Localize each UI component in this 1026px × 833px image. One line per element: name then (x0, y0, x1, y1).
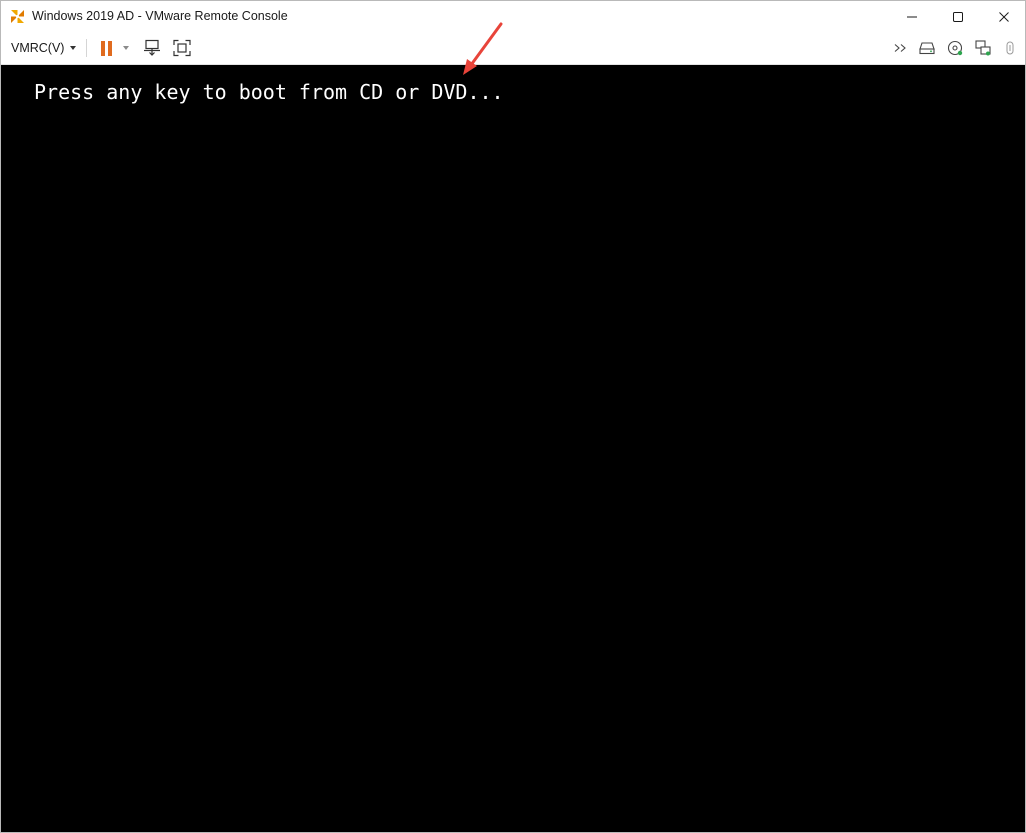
hard-disk-button[interactable] (916, 37, 938, 59)
vmrc-menu-label: VMRC(V) (11, 41, 65, 55)
toolbar: VMRC(V) (1, 32, 1025, 65)
boot-message: Press any key to boot from CD or DVD... (34, 80, 504, 104)
dropdown-caret-icon (123, 46, 129, 50)
maximize-icon (953, 11, 963, 22)
chevron-double-right-icon (894, 44, 906, 52)
vmrc-menu-button[interactable]: VMRC(V) (7, 38, 80, 58)
close-button[interactable] (981, 1, 1026, 32)
vmware-pinwheel-icon (11, 10, 24, 23)
power-options-dropdown[interactable] (119, 37, 133, 59)
hard-disk-icon (919, 42, 935, 55)
send-ctrl-alt-del-button[interactable] (140, 37, 164, 59)
network-adapter-button[interactable] (972, 37, 994, 59)
expand-devices-button[interactable] (891, 37, 911, 59)
send-ctrl-alt-del-icon (144, 39, 160, 56)
fullscreen-icon (173, 39, 191, 57)
usb-button[interactable] (1000, 37, 1020, 59)
minimize-icon (907, 16, 917, 17)
vmrc-window: Windows 2019 AD - VMware Remote Console … (0, 0, 1026, 833)
fullscreen-button[interactable] (170, 37, 194, 59)
usb-icon (1006, 41, 1014, 55)
maximize-button[interactable] (935, 1, 981, 32)
cd-dvd-icon (947, 40, 963, 56)
close-icon (999, 11, 1009, 22)
toolbar-divider (86, 39, 87, 57)
window-title: Windows 2019 AD - VMware Remote Console (32, 9, 288, 23)
chevron-down-icon (70, 46, 77, 50)
pause-button[interactable] (96, 37, 116, 59)
pause-icon (99, 40, 113, 56)
minimize-button[interactable] (889, 1, 935, 32)
network-adapter-icon (975, 40, 991, 56)
title-bar[interactable]: Windows 2019 AD - VMware Remote Console (1, 1, 1025, 32)
cd-dvd-button[interactable] (944, 37, 966, 59)
vm-console-screen[interactable]: Press any key to boot from CD or DVD... (1, 65, 1025, 832)
